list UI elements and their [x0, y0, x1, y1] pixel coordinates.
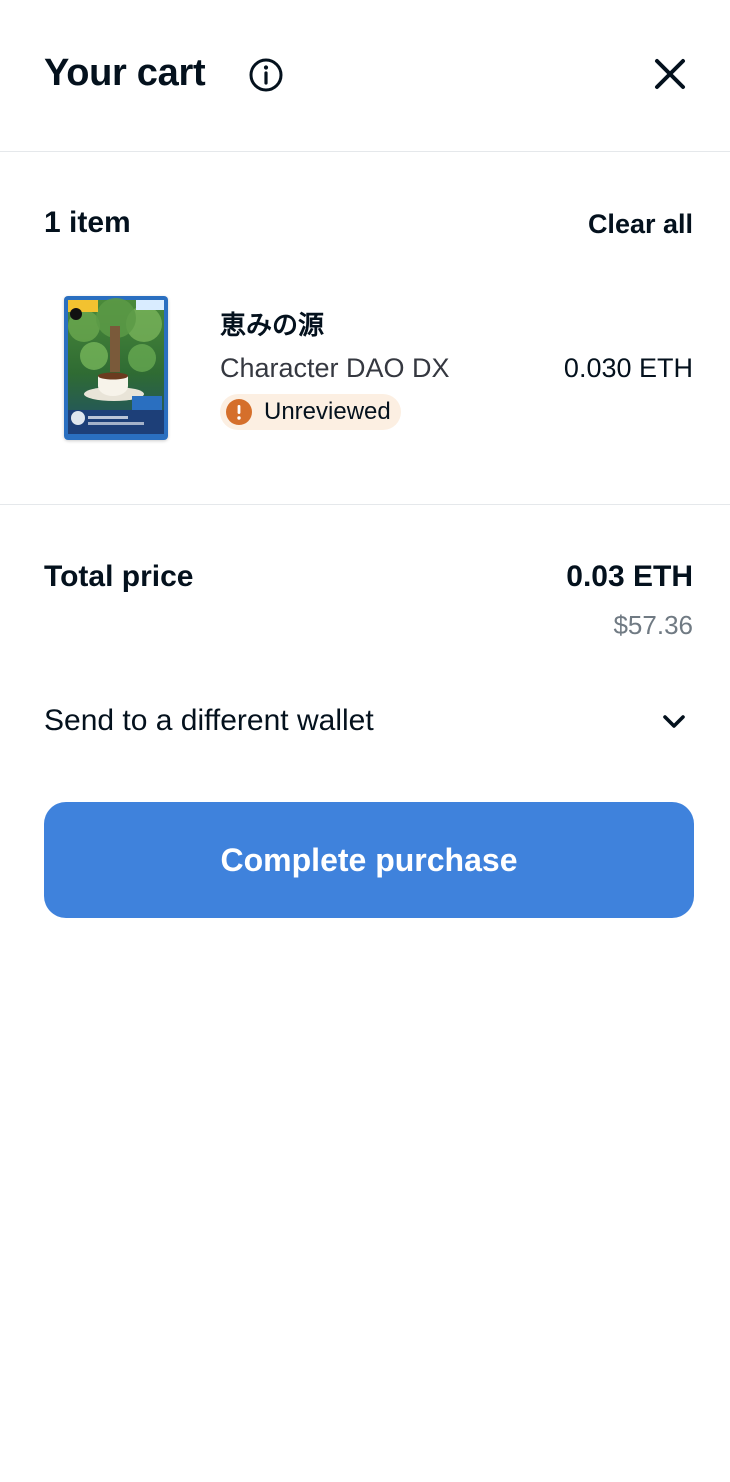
total-price-eth: 0.03 ETH: [566, 560, 693, 593]
info-icon[interactable]: [248, 57, 284, 93]
close-icon[interactable]: [648, 52, 692, 96]
cart-header: Your cart: [0, 0, 730, 152]
send-to-wallet-toggle[interactable]: Send to a different wallet: [44, 690, 694, 754]
exclamation-icon: [226, 399, 252, 425]
item-count: 1 item: [44, 206, 131, 239]
item-collection: Character DAO DX: [220, 353, 450, 383]
badge-label: Unreviewed: [264, 398, 391, 425]
item-price: 0.030 ETH: [563, 353, 693, 383]
cart-panel: Your cart 1 item Clear all 恵みの源 Characte…: [0, 0, 730, 1482]
cart-item[interactable]: 恵みの源 Character DAO DX Unreviewed 0.030 E…: [0, 270, 730, 470]
cart-title: Your cart: [44, 52, 206, 94]
divider: [0, 504, 730, 505]
total-price-usd: $57.36: [613, 610, 693, 640]
chevron-down-icon[interactable]: [658, 706, 690, 738]
item-name[interactable]: 恵みの源: [220, 308, 324, 342]
item-thumbnail[interactable]: [64, 296, 168, 440]
total-price-label: Total price: [44, 560, 194, 593]
clear-all-button[interactable]: Clear all: [588, 206, 693, 242]
unreviewed-badge: Unreviewed: [220, 394, 401, 430]
complete-purchase-button[interactable]: Complete purchase: [44, 802, 694, 918]
send-to-wallet-label: Send to a different wallet: [44, 704, 374, 737]
